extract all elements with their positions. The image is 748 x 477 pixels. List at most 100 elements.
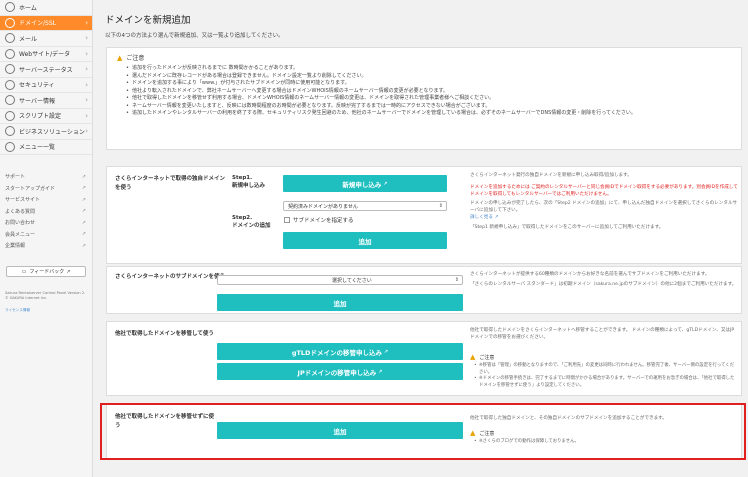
warning-icon: ▲	[470, 429, 476, 437]
sidebar-link[interactable]: サポート ↗	[0, 171, 92, 183]
main-content: ドメインを新規追加 以下の4つの方法より選んで新規追加、又は一覧より追加してくだ…	[93, 0, 748, 477]
sidebar-item-label: セキュリティ	[19, 82, 55, 90]
card4-description: 他社で取得した独自ドメインと、その独自ドメインのサブドメインを追加することができ…	[470, 416, 667, 421]
subdomain-select[interactable]: 選択してください ⇕	[217, 275, 463, 285]
card-title: 他社で取得したドメインを移管せずに使う	[115, 414, 215, 429]
warning-icon: ▲	[470, 353, 476, 361]
desc-text: 「Step1 新規申し込み」で取得したドメインをこのサーバーに追加してご利用いた…	[470, 224, 664, 230]
sidebar-item[interactable]: Webサイト/データ ›	[0, 47, 92, 62]
subdomain-checkbox-row[interactable]: サブドメインを指定する	[284, 216, 354, 224]
desc-text: 「さくらのレンタルサーバ スタンダード」は初期ドメイン（sakura.ne.jp…	[470, 281, 737, 287]
gtld-transfer-label: gTLDドメインの移管申し込み	[291, 348, 382, 357]
list-item: 追加を行ったドメインが反映されるまでに 数時間かかることがあります。	[126, 65, 731, 73]
desc-text: さくらインターネット発行の独自ドメインを新規に申し込み取得/追加します。	[470, 173, 632, 178]
sidebar-item-label: メニュー一覧	[19, 144, 56, 152]
card-title: さくらインターネットのサブドメインを使う	[115, 274, 226, 280]
sidebar-item-label: スクリプト設定	[19, 113, 62, 121]
chevron-right-icon: ›	[85, 34, 88, 43]
sidebar-item[interactable]: メニュー一覧	[0, 140, 92, 155]
more-link-label: 詳しく見る	[470, 214, 493, 220]
sidebar-link-label: スタートアップガイド	[5, 185, 56, 192]
list-item: 選んだドメインに既存レコードがある場合は登録できません。ドメイン設定一覧より削除…	[126, 73, 731, 81]
web-icon	[5, 48, 15, 59]
add-button[interactable]: 追加	[283, 232, 447, 249]
sidebar-item[interactable]: スクリプト設定 ›	[0, 109, 92, 124]
chat-icon: ▭	[21, 268, 27, 275]
external-link-icon: ↗	[66, 268, 71, 275]
sidebar-link[interactable]: サービスサイト ↗	[0, 194, 92, 206]
card-title: さくらインターネットで取得の独自ドメインを使う	[115, 176, 226, 191]
jp-transfer-label: JPドメインの移管申し込み	[297, 368, 377, 377]
feedback-label: フィードバック	[29, 269, 65, 275]
business-icon	[5, 126, 15, 137]
chevron-right-icon: ›	[85, 96, 88, 105]
sidebar-item-label: ビジネスソリューション	[19, 128, 85, 136]
license-link[interactable]: ライセンス情報	[5, 308, 30, 313]
subdomain-checkbox[interactable]	[284, 217, 290, 223]
sidebar-item[interactable]: ドメイン/SSL ›	[0, 15, 92, 31]
sidebar-link-label: よくある質問	[5, 208, 36, 215]
step2-subtitle: ドメインの追加	[232, 223, 271, 229]
sidebar-item[interactable]: サーバー情報 ›	[0, 93, 92, 109]
card3-notice-list: ※移管は「管理」の移動となりますので、「ご利用先」の変更は同時に行われません。移…	[474, 363, 738, 389]
list-item: 他社で取得したドメインを移管せず利用する場合、ドメインWHOIS情報のネームサー…	[126, 95, 731, 103]
new-application-label: 新規申し込み	[342, 180, 382, 189]
sidebar-link-label: お問い合わせ	[5, 220, 36, 227]
new-application-button[interactable]: 新規申し込み ↗	[283, 175, 447, 192]
external-link-icon: ↗	[378, 368, 383, 375]
sidebar-link[interactable]: よくある質問 ↗	[0, 206, 92, 218]
sidebar-item[interactable]: サーバーステータス ›	[0, 62, 92, 78]
add-label: 追加	[333, 427, 347, 436]
add-button[interactable]: 追加	[217, 422, 463, 439]
add-button[interactable]: 追加	[217, 294, 463, 311]
server-icon	[5, 95, 15, 106]
select-value: 契約済みドメインがありません	[288, 203, 358, 210]
external-link-icon: ↗	[81, 219, 86, 226]
sidebar-item-label: Webサイト/データ	[19, 51, 71, 59]
chevron-right-icon: ›	[85, 111, 88, 120]
sidebar-item-label: サーバーステータス	[19, 66, 73, 74]
warning-icon: ▲	[117, 53, 123, 62]
home-icon	[5, 2, 15, 13]
more-link[interactable]: 詳しく見る ↗	[470, 215, 738, 222]
external-link-icon: ↗	[81, 173, 86, 180]
notice-heading: ご注意	[479, 354, 495, 361]
sidebar-item[interactable]: メール ›	[0, 31, 92, 47]
add-label: 追加	[358, 237, 372, 246]
sidebar-item[interactable]: ビジネスソリューション ›	[0, 124, 92, 140]
globe-icon	[5, 17, 15, 28]
contracted-domain-select[interactable]: 契約済みドメインがありません ⇕	[283, 201, 447, 211]
desc-text: さくらインターネットが提供する60種類のドメインからお好きな名前を選んでサブドメ…	[470, 272, 710, 277]
card2-description: さくらインターネットが提供する60種類のドメインからお好きな名前を選んでサブドメ…	[470, 272, 738, 289]
menu-icon	[5, 141, 15, 152]
select-arrow-icon: ⇕	[454, 277, 459, 283]
step1-subtitle: 新規申し込み	[232, 183, 266, 189]
external-link-icon: ↗	[81, 208, 86, 215]
sidebar-link[interactable]: 会員メニュー ↗	[0, 229, 92, 241]
list-item: 他社より転入されたドメインで、弊社ネームサーバーへ変更する場合はドメインWHOI…	[126, 88, 731, 96]
sidebar-item[interactable]: ホーム	[0, 0, 92, 16]
lock-icon	[5, 79, 15, 90]
feedback-button[interactable]: ▭ フィードバック ↗	[6, 266, 86, 277]
sidebar-link[interactable]: スタートアップガイド ↗	[0, 183, 92, 195]
jp-transfer-button[interactable]: JPドメインの移管申し込み ↗	[217, 363, 463, 380]
card1-description: さくらインターネット発行の独自ドメインを新規に申し込み取得/追加します。 ドメイ…	[470, 173, 738, 232]
list-item: 追加したドメインやレンタルサーバーの利用を終了する際、セキュリティリスク発生回避…	[126, 110, 731, 118]
list-item: ※移管は「管理」の移動となりますので、「ご利用先」の変更は同時に行われません。移…	[474, 363, 738, 376]
chevron-right-icon: ›	[85, 65, 88, 74]
sidebar: ホーム ドメイン/SSL › メール › Webサイト/データ › サーバーステータス › セキュ…	[0, 0, 93, 477]
card-transfer-domain: 他社で取得したドメインを移管して使う gTLDドメインの移管申し込み ↗ JPド…	[106, 321, 742, 396]
intro-text: 以下の4つの方法より選んで新規追加、又は一覧より追加してください。	[105, 33, 284, 39]
gtld-transfer-button[interactable]: gTLDドメインの移管申し込み ↗	[217, 343, 463, 360]
subdomain-checkbox-label: サブドメインを指定する	[293, 218, 354, 224]
sidebar-link[interactable]: お問い合わせ ↗	[0, 217, 92, 229]
sidebar-item-label: ホーム	[19, 4, 37, 12]
list-item: ドメインを追加する事により「www.」が付与されたサブドメインが同時に使用可能と…	[126, 80, 731, 88]
sidebar-link[interactable]: 企業情報 ↗	[0, 240, 92, 252]
sidebar-item[interactable]: セキュリティ ›	[0, 78, 92, 93]
chevron-right-icon: ›	[85, 80, 88, 89]
external-link-icon: ↗	[383, 180, 388, 187]
card-sakura-domain: さくらインターネットで取得の独自ドメインを使う Step1. 新規申し込み 新規…	[106, 166, 742, 264]
sidebar-link-label: 企業情報	[5, 243, 26, 250]
desc-text: ドメインの申し込みが完了したら、次の「Step2 ドメインの追加」にて、申し込ん…	[470, 201, 738, 214]
